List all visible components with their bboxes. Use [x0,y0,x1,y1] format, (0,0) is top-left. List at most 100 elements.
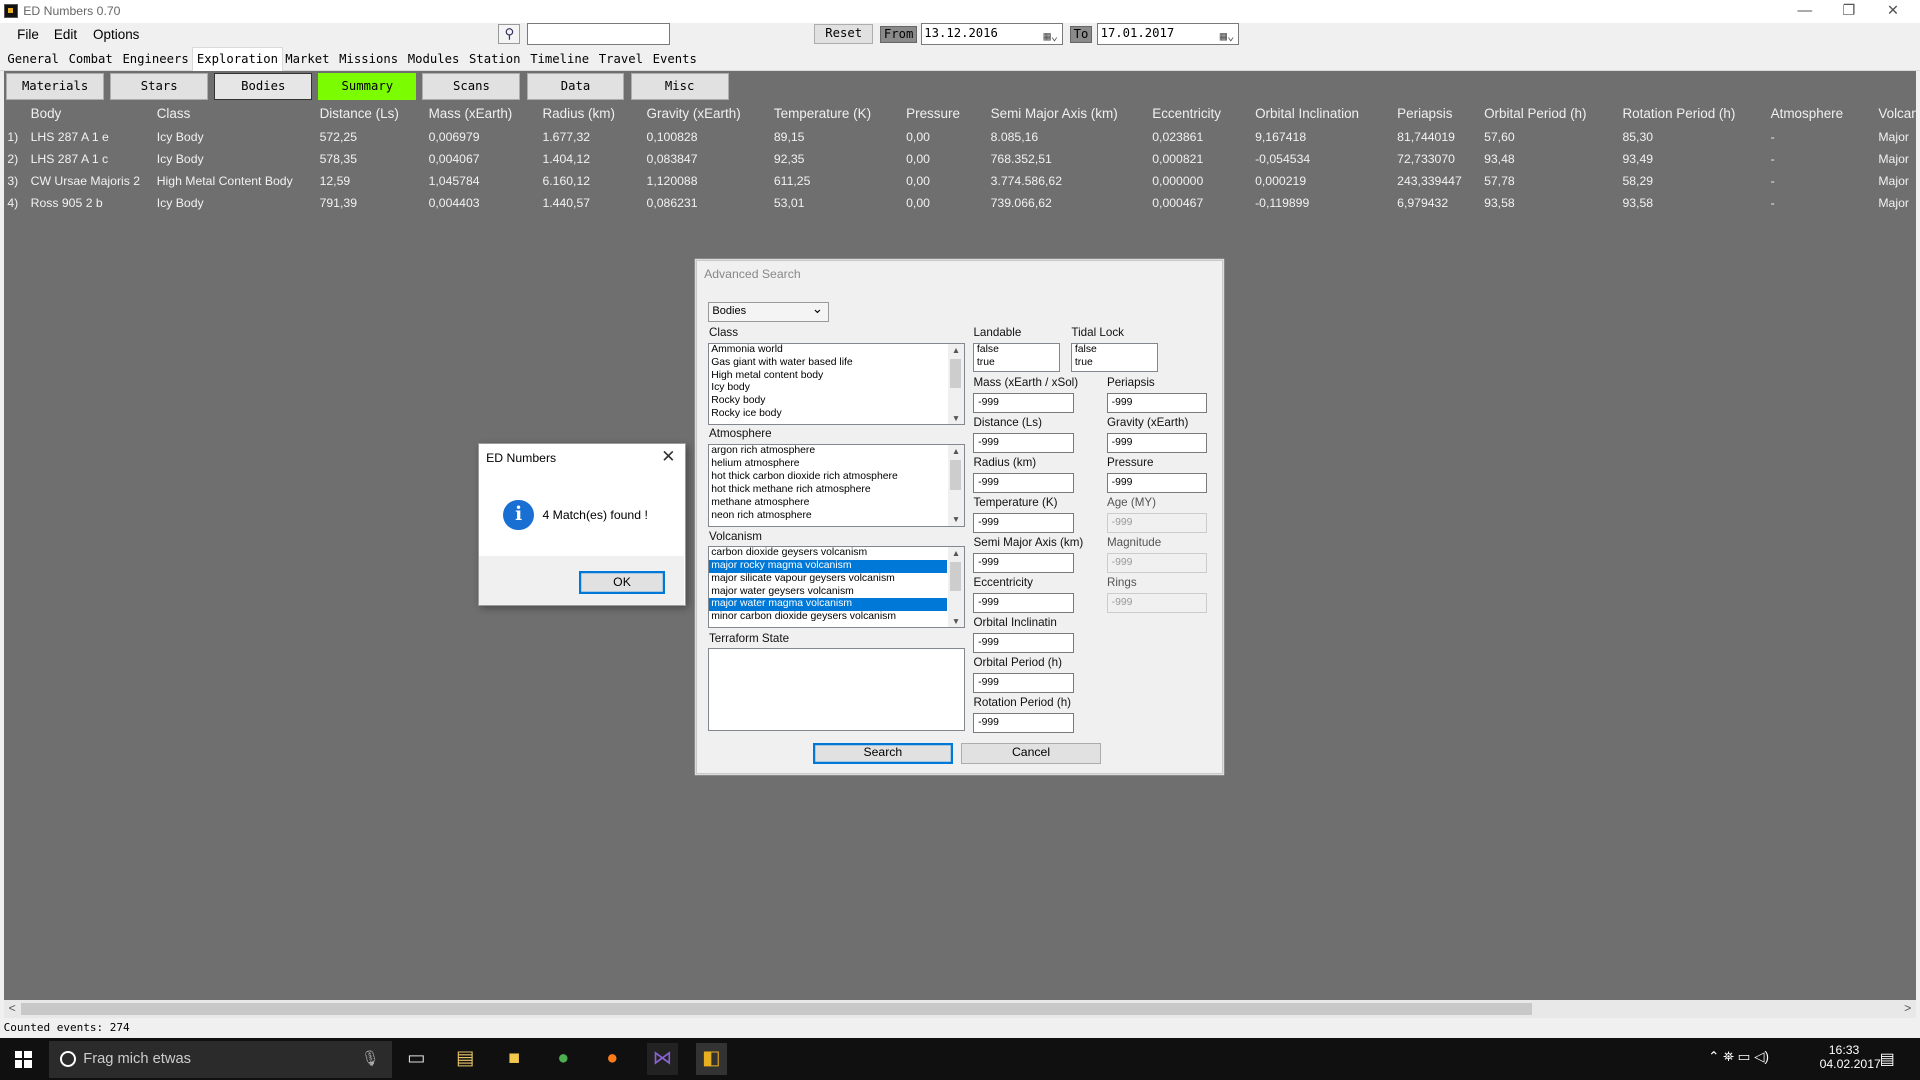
calendar-dropdown-icon[interactable]: ▦⌄ [1220,27,1235,47]
list-item[interactable]: true [1072,357,1157,370]
tab-general[interactable]: General [4,50,63,70]
tray-icons[interactable]: ⌃ ⛯ ▭ ◁) [1708,1049,1769,1065]
scroll-left-icon[interactable]: < [4,1000,21,1017]
file-explorer-icon[interactable]: ■ [498,1043,530,1075]
calendar-dropdown-icon[interactable]: ▦⌄ [1043,27,1058,47]
tab-engineers[interactable]: Engineers [119,50,193,70]
firefox-icon[interactable]: ● [596,1043,628,1075]
scroll-down-icon[interactable]: ▼ [948,615,964,627]
tab-events[interactable]: Events [649,50,701,70]
list-scrollbar[interactable]: ▲ ▼ [947,547,964,628]
scroll-thumb[interactable] [20,1002,1532,1016]
list-item[interactable]: argon rich atmosphere [709,445,947,458]
subtab-bodies[interactable]: Bodies [214,73,313,101]
scroll-down-icon[interactable]: ▼ [948,412,964,424]
subtab-stars[interactable]: Stars [110,73,209,101]
list-item[interactable]: hot thick carbon dioxide rich atmosphere [709,471,947,484]
list-item[interactable]: Gas giant with water based life [709,357,947,370]
list-item[interactable]: Rocky ice body [709,408,947,421]
restore-button[interactable]: ❐ [1827,0,1871,23]
col-volcanism[interactable]: Volcan [1878,103,1918,125]
type-select[interactable]: Bodies [707,300,829,323]
menu-edit[interactable]: Edit [54,27,77,42]
tab-market[interactable]: Market [282,50,334,70]
table-row[interactable]: 2) LHS 287 A 1 c Icy Body 578,35 0,004067 1.4… [4,148,1917,170]
taskbar-search[interactable]: Frag mich etwas 🎙 [48,1040,392,1078]
col-orbital-period[interactable]: Orbital Period (h) [1484,103,1586,125]
list-item[interactable]: major rocky magma volcanism [708,559,947,573]
tab-exploration[interactable]: Exploration [192,46,283,71]
table-row[interactable]: 4) Ross 905 2 b Icy Body 791,39 0,004403 1.44… [4,192,1917,214]
col-eccentricity[interactable]: Eccentricity [1152,103,1221,125]
menu-file[interactable]: File [17,27,39,42]
quick-search-input[interactable] [526,23,670,46]
store-icon[interactable]: ▤ [449,1043,481,1075]
table-row[interactable]: 3) CW Ursae Majoris 2 High Metal Content B… [4,170,1917,192]
scroll-thumb[interactable] [950,561,962,592]
tidal-lock-listbox[interactable]: false true [1071,342,1159,373]
tab-modules[interactable]: Modules [404,50,463,70]
cancel-button[interactable]: Cancel [961,743,1101,765]
field-input[interactable]: -999 [1106,473,1208,493]
table-row[interactable]: 1) LHS 287 A 1 e Icy Body 572,25 0,006979 1.6… [4,126,1917,148]
field-input[interactable]: -999 [973,393,1074,413]
list-item[interactable]: High metal content body [709,370,947,383]
list-item[interactable]: major silicate vapour geysers volcanism [709,573,947,586]
list-item[interactable]: true [974,357,1059,370]
field-input[interactable]: -999 [1106,553,1208,573]
field-input[interactable]: -999 [973,633,1074,653]
scroll-up-icon[interactable]: ▲ [948,547,964,559]
col-orbital-inclination[interactable]: Orbital Inclination [1255,103,1359,125]
subtab-materials[interactable]: Materials [6,73,105,101]
menu-options[interactable]: Options [93,27,139,42]
field-input[interactable]: -999 [973,713,1074,733]
atmosphere-listbox[interactable]: argon rich atmosphere helium atmosphere ho… [707,444,965,527]
scroll-down-icon[interactable]: ▼ [948,513,964,525]
list-item[interactable]: major water geysers volcanism [709,586,947,599]
field-input[interactable]: -999 [973,513,1074,533]
subtab-data[interactable]: Data [526,73,625,101]
tab-combat[interactable]: Combat [65,50,117,70]
scroll-up-icon[interactable]: ▲ [948,445,964,457]
landable-listbox[interactable]: false true [973,342,1061,373]
field-input[interactable]: -999 [1106,513,1208,533]
field-input[interactable]: -999 [1106,593,1208,613]
list-item[interactable]: Ammonia world [709,344,947,357]
scroll-up-icon[interactable]: ▲ [948,344,964,356]
ok-button[interactable]: OK [579,570,665,594]
col-mass[interactable]: Mass (xEarth) [429,103,513,125]
col-temperature[interactable]: Temperature (K) [774,103,871,125]
list-item[interactable]: hot thick methane rich atmosphere [709,484,947,497]
list-item[interactable]: major water magma volcanism [708,598,947,612]
ed-numbers-taskbar-icon[interactable]: ◧ [695,1043,728,1076]
notifications-icon[interactable]: ▤ [1880,1049,1895,1069]
minimize-button[interactable]: — [1783,0,1827,23]
field-input[interactable]: -999 [1106,393,1208,413]
col-periapsis[interactable]: Periapsis [1397,103,1452,125]
field-input[interactable]: -999 [1106,433,1208,453]
col-distance[interactable]: Distance (Ls) [320,103,399,125]
from-date-picker[interactable]: 13.12.2016 ▦⌄ [920,23,1063,47]
list-item[interactable]: minor carbon dioxide geysers volcanism [709,611,947,624]
microphone-icon[interactable]: 🎙 [361,1049,380,1067]
list-item[interactable]: helium atmosphere [709,458,947,471]
message-close-icon[interactable]: ✕ [661,446,675,467]
close-button[interactable]: ✕ [1871,0,1915,23]
col-rotation-period[interactable]: Rotation Period (h) [1622,103,1735,125]
terraform-listbox[interactable] [707,647,965,731]
clock[interactable]: 16:33 04.02.2017 [1820,1043,1881,1071]
field-input[interactable]: -999 [973,473,1074,493]
class-listbox[interactable]: Ammonia world Gas giant with water based … [707,342,965,425]
visual-studio-icon[interactable]: ⋈ [646,1043,679,1076]
field-input[interactable]: -999 [973,673,1074,693]
col-atmosphere[interactable]: Atmosphere [1771,103,1844,125]
tab-missions[interactable]: Missions [336,50,402,70]
tab-travel[interactable]: Travel [595,50,647,70]
list-scrollbar[interactable]: ▲ ▼ [947,445,964,526]
col-class[interactable]: Class [157,103,191,125]
list-item[interactable]: methane atmosphere [709,497,947,510]
list-item[interactable]: false [1072,344,1157,357]
reset-button[interactable]: Reset [814,24,874,45]
windows-start-icon[interactable] [14,1050,32,1068]
col-radius[interactable]: Radius (km) [542,103,615,125]
